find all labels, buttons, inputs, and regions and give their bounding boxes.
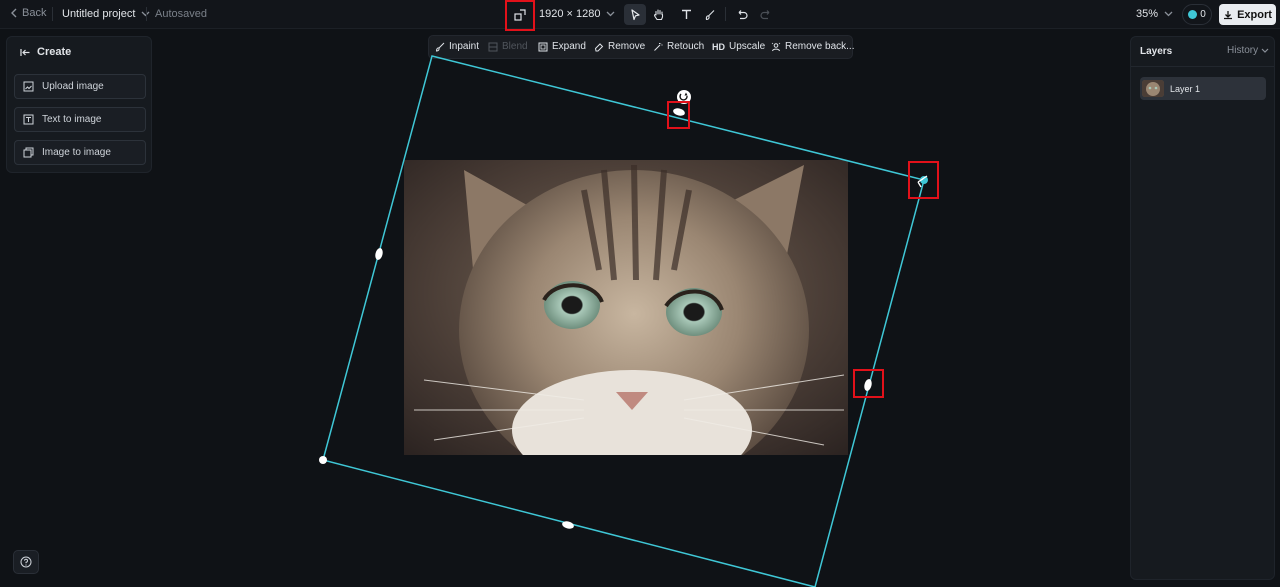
highlight-box <box>505 0 535 31</box>
credits-badge[interactable]: 0 <box>1182 4 1212 25</box>
blend-button[interactable]: Blend <box>488 41 528 52</box>
expand-button[interactable]: Expand <box>538 41 586 52</box>
upscale-label: Upscale <box>729 41 766 52</box>
image-to-image-button[interactable]: Image to image <box>14 140 146 165</box>
highlight-box <box>908 161 939 199</box>
hd-icon: HD <box>712 41 725 52</box>
chevron-left-icon <box>11 8 17 18</box>
upload-image-icon <box>23 81 34 92</box>
autosave-status: Autosaved <box>155 8 207 20</box>
image-to-image-icon <box>23 147 34 158</box>
undo-icon <box>738 10 748 20</box>
chevron-down-icon <box>1164 11 1173 17</box>
rotate-icon <box>679 93 688 101</box>
image-to-image-label: Image to image <box>42 147 111 158</box>
pointer-icon <box>630 8 640 20</box>
text-to-image-icon <box>23 114 34 125</box>
undo-button[interactable] <box>731 4 753 25</box>
select-tool-button[interactable] <box>624 4 646 25</box>
history-dropdown[interactable]: History <box>1227 45 1269 56</box>
text-to-image-label: Text to image <box>42 114 102 125</box>
layers-panel-title: Layers <box>1140 46 1173 57</box>
expand-label: Expand <box>552 41 586 52</box>
back-button[interactable]: Back <box>10 7 46 19</box>
inpaint-label: Inpaint <box>449 41 480 52</box>
canvas-dimensions: 1920 × 1280 <box>539 8 601 20</box>
highlight-box <box>667 101 690 129</box>
top-bar: Back Untitled project Autosaved 1920 × 1… <box>0 0 1280 29</box>
collapse-icon <box>20 48 30 56</box>
remove-background-label: Remove back... <box>785 41 855 52</box>
chevron-down-icon <box>1261 48 1269 53</box>
divider <box>52 7 53 21</box>
zoom-level: 35% <box>1136 8 1159 20</box>
project-name: Untitled project <box>62 8 136 20</box>
hand-icon <box>654 9 664 21</box>
highlight-box <box>853 369 884 398</box>
export-button[interactable]: Export <box>1219 4 1276 25</box>
retouch-button[interactable]: Retouch <box>653 41 704 52</box>
credit-icon <box>1188 10 1198 19</box>
brush-icon <box>705 9 715 20</box>
chevron-down-icon <box>607 11 615 17</box>
download-icon <box>1224 10 1233 19</box>
remove-button[interactable]: Remove <box>594 41 645 52</box>
layers-panel: Layers History Layer 1 <box>1130 36 1275 580</box>
inpaint-button[interactable]: Inpaint <box>435 41 479 52</box>
upload-image-label: Upload image <box>42 81 104 92</box>
divider <box>725 7 726 21</box>
upscale-button[interactable]: HD Upscale <box>712 41 765 52</box>
export-label: Export <box>1237 8 1272 21</box>
credits-count: 0 <box>1200 9 1206 20</box>
blend-label: Blend <box>502 41 528 52</box>
upload-image-button[interactable]: Upload image <box>14 74 146 99</box>
help-icon <box>20 556 32 568</box>
project-name-dropdown[interactable]: Untitled project <box>62 8 150 20</box>
eraser-icon <box>594 42 604 51</box>
remove-label: Remove <box>608 41 646 52</box>
layer-thumbnail <box>1142 80 1164 97</box>
text-tool-button[interactable] <box>675 4 697 25</box>
help-button[interactable] <box>13 550 39 574</box>
redo-button[interactable] <box>755 4 777 25</box>
corner-resize-handle[interactable] <box>319 456 327 464</box>
wand-icon <box>654 42 663 51</box>
draw-tool-button[interactable] <box>699 4 721 25</box>
brush-icon <box>435 42 445 52</box>
hand-tool-button[interactable] <box>648 4 670 25</box>
text-icon <box>681 9 691 19</box>
image-edit-toolbar: Inpaint Blend Expand Remove Retouch HD U… <box>428 35 854 59</box>
create-panel-header[interactable]: Create <box>20 46 71 58</box>
create-panel-title: Create <box>37 46 72 58</box>
remove-background-icon <box>771 42 781 51</box>
redo-icon <box>760 10 770 20</box>
left-resize-handle[interactable] <box>374 247 384 260</box>
divider <box>146 7 147 21</box>
create-panel: Create Upload image Text to image Image … <box>6 36 152 173</box>
expand-icon <box>538 42 548 51</box>
remove-background-button[interactable]: Remove back... <box>771 41 854 52</box>
history-label: History <box>1227 45 1259 56</box>
zoom-dropdown[interactable]: 35% <box>1136 8 1173 20</box>
text-to-image-button[interactable]: Text to image <box>14 107 146 132</box>
divider <box>1131 66 1274 67</box>
canvas-size-dropdown[interactable]: 1920 × 1280 <box>539 8 615 20</box>
layer-item[interactable]: Layer 1 <box>1140 77 1266 100</box>
canvas-image[interactable] <box>404 160 848 455</box>
retouch-label: Retouch <box>667 41 705 52</box>
bottom-resize-handle[interactable] <box>561 520 574 530</box>
layer-label: Layer 1 <box>1170 83 1201 94</box>
blend-icon <box>488 42 498 51</box>
back-label: Back <box>22 7 47 19</box>
